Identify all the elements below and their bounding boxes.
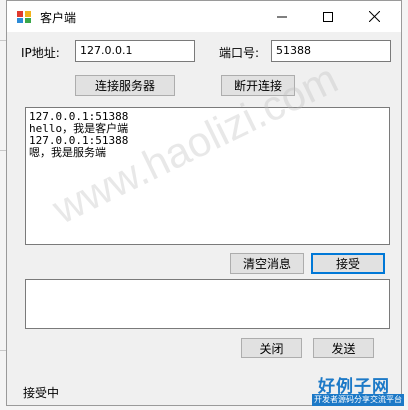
minimize-button[interactable] bbox=[259, 1, 305, 32]
minimize-icon bbox=[277, 16, 287, 17]
logo-subtitle: 开发者源码分享交流平台 bbox=[312, 394, 404, 406]
maximize-button[interactable] bbox=[305, 1, 351, 32]
message-log[interactable]: 127.0.0.1:51388 hello，我是客户端 127.0.0.1:51… bbox=[25, 107, 390, 245]
client-window: 客户端 IP地址: 127.0.0.1 端口号: 51388 连接服务器 断开连… bbox=[6, 0, 402, 406]
site-logo: 好例子网 开发者源码分享交流平台 bbox=[312, 372, 404, 408]
clear-messages-button[interactable]: 清空消息 bbox=[230, 253, 304, 274]
send-button[interactable]: 发送 bbox=[313, 338, 374, 358]
disconnect-button[interactable]: 断开连接 bbox=[221, 75, 295, 96]
maximize-icon bbox=[323, 11, 333, 22]
receive-button[interactable]: 接受 bbox=[311, 253, 385, 274]
window-title: 客户端 bbox=[40, 11, 77, 25]
close-button[interactable]: 关闭 bbox=[241, 338, 302, 358]
close-icon bbox=[368, 11, 380, 22]
close-window-button[interactable] bbox=[351, 1, 397, 32]
port-label: 端口号: bbox=[219, 46, 260, 60]
ip-label: IP地址: bbox=[21, 46, 60, 60]
connect-server-button[interactable]: 连接服务器 bbox=[75, 75, 175, 96]
message-line: 嗯，我是服务端 bbox=[29, 146, 106, 159]
message-input[interactable] bbox=[25, 279, 390, 329]
status-text: 接受中 bbox=[23, 386, 60, 400]
title-bar[interactable]: 客户端 bbox=[7, 1, 401, 32]
port-input[interactable]: 51388 bbox=[271, 40, 391, 62]
ip-address-input[interactable]: 127.0.0.1 bbox=[75, 40, 195, 62]
app-icon bbox=[17, 11, 31, 23]
